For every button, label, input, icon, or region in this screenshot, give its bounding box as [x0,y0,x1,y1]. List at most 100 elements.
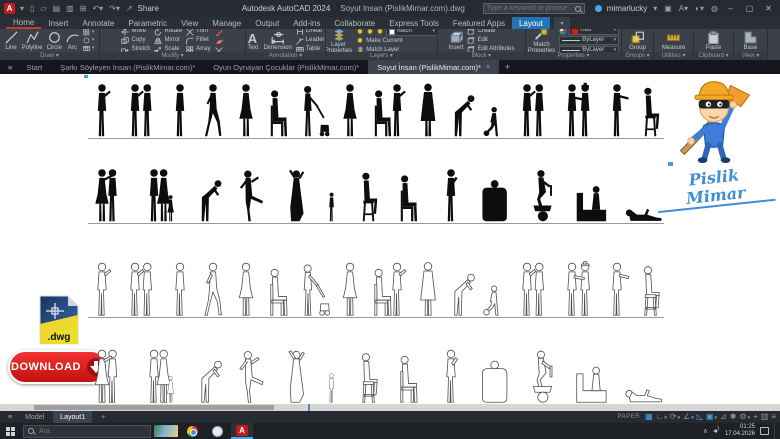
autocad-taskbar-icon[interactable]: A [231,423,253,439]
ribbon-button-edit[interactable]: Edit [467,37,514,45]
ribbon-button-paste[interactable]: Paste [706,31,721,51]
figure-bike[interactable] [525,348,558,404]
status-polar-tracking-icon[interactable]: ∠▾ [683,412,694,423]
ribbon-tab-layout[interactable]: Layout [512,17,550,29]
save-as-icon[interactable]: ▥ [65,4,75,13]
figure-stoolSit[interactable] [636,261,664,317]
figure-pairTalk[interactable] [121,82,161,138]
share-icon[interactable]: ↗ [125,4,134,13]
modify-extra-tools[interactable] [215,29,224,52]
user-menu-caret-icon[interactable]: ▾ [652,4,658,13]
figure-bend[interactable] [194,167,224,223]
ribbon-tab-collaborate[interactable]: Collaborate [327,17,382,29]
figure-pairShake[interactable] [558,82,598,138]
panel-footer-block[interactable]: Block ▾ [438,52,525,60]
ribbon-button-make-current[interactable]: Make Current [356,37,437,45]
ribbon-button-arc[interactable]: Arc [66,31,79,51]
status-isolate-objects-icon[interactable]: ▥ [761,412,769,422]
figure-sofa[interactable] [572,348,611,404]
ribbon-button-linear[interactable]: Linear [296,29,325,36]
plot-icon[interactable]: ⊞ [79,4,88,13]
figure-armchair[interactable] [478,348,511,404]
action-center-icon[interactable] [760,427,769,435]
workspace-switch-icon[interactable]: ▾ [554,17,570,29]
draw-extra-tools[interactable]: ▾▾▾ [83,29,95,52]
figure-bike[interactable] [525,167,558,223]
taskbar-search-box[interactable] [23,425,151,438]
figure-lie[interactable] [624,167,664,223]
figure-dress[interactable] [232,261,260,317]
figure-barber[interactable] [369,261,409,317]
status-clean-screen-icon[interactable]: + [753,412,758,422]
figure-childBall[interactable] [481,261,507,317]
panel-footer-draw[interactable]: Draw ▾ [0,52,99,60]
status-grid-icon[interactable]: ▦ [645,412,653,422]
figure-pairShake[interactable] [558,261,598,317]
ribbon-tab-view[interactable]: View [174,17,205,29]
autodesk-account-icon[interactable]: A▾ [678,4,689,13]
figure-dress[interactable] [336,261,364,317]
ribbon-button-copy[interactable]: Copy [121,37,150,45]
figure-stand[interactable] [166,82,194,138]
figure-stoolSit[interactable] [636,82,664,138]
figure-stoolSit[interactable] [354,348,382,404]
maximize-button[interactable]: ▢ [742,4,757,13]
taskbar-search-input[interactable] [37,427,146,436]
figure-lie[interactable] [624,348,664,404]
ribbon-tab-parametric[interactable]: Parametric [121,17,174,29]
figure-danceCouple[interactable] [88,348,127,404]
ribbon-button-line[interactable]: Line [5,31,18,51]
ribbon-tab-output[interactable]: Output [248,17,286,29]
ribbon-button-text[interactable]: AText [246,31,259,51]
panel-footer-clipboard[interactable]: Clipboard ▾ [694,52,733,60]
figure-armchair[interactable] [478,167,511,223]
figure-bend[interactable] [447,261,477,317]
figure-sitChair[interactable] [265,261,293,317]
redo-icon[interactable]: ↷▾ [108,4,121,13]
figure-sitChair[interactable] [395,167,423,223]
figure-pairTalk[interactable] [513,82,553,138]
panel-footer-groups[interactable]: Groups ▾ [622,52,653,60]
ribbon-button-base[interactable]: Base [744,31,758,51]
scrollbar-thumb[interactable] [34,405,274,410]
new-file-icon[interactable]: ▯ [29,4,35,13]
status-lineweight-icon[interactable]: ⊿ [720,412,727,422]
file-tab-1[interactable]: Şarkı Söyleyen İnsan (PislikMimar.com)* [51,60,204,74]
ribbon-button-leader[interactable]: Leader [296,37,325,45]
ribbon-tab-annotate[interactable]: Annotate [75,17,121,29]
save-icon[interactable]: ▤ [52,4,62,13]
paper-space-label[interactable]: PAPER [618,414,640,420]
status-workspace-icon[interactable]: ⚙▾ [739,412,750,423]
figure-barber[interactable] [369,82,409,138]
figure-sitChair[interactable] [265,82,293,138]
panel-footer-utilities[interactable]: Utilities ▾ [654,52,693,60]
chrome-taskbar-icon[interactable] [181,423,203,439]
figure-talk[interactable] [88,261,116,317]
panel-footer-properties[interactable]: Properties ▾ [526,52,621,60]
tray-expand-icon[interactable]: ∧ [703,427,708,435]
figure-reach[interactable] [603,261,631,317]
ribbon-tab-home[interactable]: Home [6,17,41,29]
new-drawing-tab-button[interactable]: + [499,60,516,74]
figure-reach[interactable] [603,82,631,138]
figure-dress[interactable] [336,82,364,138]
user-avatar-icon[interactable] [595,5,602,12]
layer-dropdown[interactable]: hatch▾ [356,29,437,36]
panel-footer-annotation[interactable]: Annotation ▾ [246,52,325,60]
figure-kick[interactable] [237,348,269,404]
ribbon-button-layer-properties[interactable]: LayerProperties [326,29,352,52]
figure-bend[interactable] [447,82,477,138]
app-menu-caret-icon[interactable]: ▾ [19,4,25,13]
ribbon-button-match-properties[interactable]: MatchProperties [528,29,555,52]
file-tab-3[interactable]: Soyut İnsan (PislikMimar.com)*× [368,60,499,74]
figure-childBall[interactable] [481,82,507,138]
ribbon-button-move[interactable]: Move [121,29,150,36]
ribbon-button-fillet[interactable]: Fillet [186,37,210,45]
figure-drink[interactable] [437,348,465,404]
help-search-input[interactable] [487,5,572,12]
panel-footer-layers[interactable]: Layers ▾ [326,52,437,60]
app-store-icon[interactable]: ▣ [663,4,673,13]
ribbon-button-mirror[interactable]: Mirror [154,37,182,45]
ribbon-button-dimension[interactable]: Dimension [263,31,291,51]
figure-pairTalk[interactable] [121,261,161,317]
